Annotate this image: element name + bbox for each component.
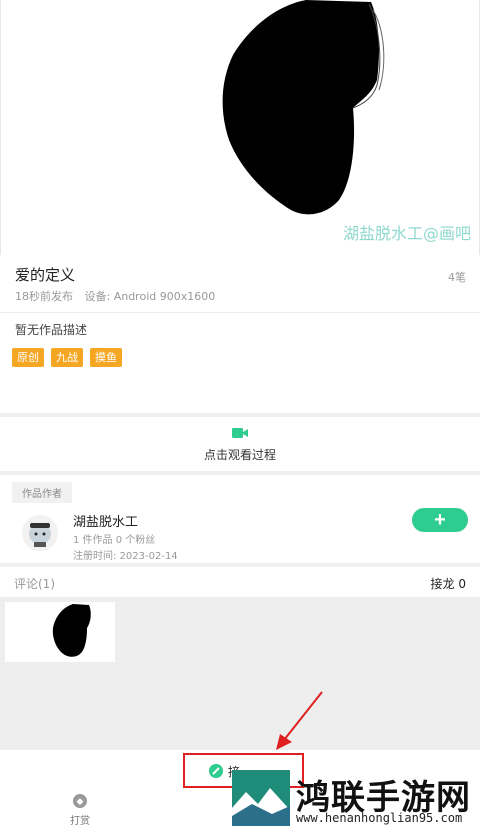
diamond-icon: ◆: [73, 794, 87, 808]
device-info: 设备: Android 900x1600: [84, 290, 216, 303]
site-url: www.henanhonglian95.com: [296, 811, 463, 825]
video-camera-icon: [232, 428, 248, 438]
publish-time: 18秒前发布: [15, 290, 73, 303]
comments-header: 评论(1) 接龙 0: [0, 567, 480, 597]
watch-process-label: 点击观看过程: [203, 448, 276, 462]
author-name[interactable]: 湖盐脱水工: [73, 511, 138, 530]
tag-item[interactable]: 原创: [12, 348, 44, 367]
stroke-count: 4笔: [448, 271, 466, 284]
comments-count: 评论(1): [14, 577, 55, 591]
artwork-watermark: 湖盐脱水工@画吧: [342, 224, 471, 243]
artwork-canvas[interactable]: 湖盐脱水工@画吧: [0, 0, 480, 255]
watch-process-button[interactable]: 点击观看过程: [0, 417, 480, 471]
tag-item[interactable]: 九战: [51, 348, 83, 367]
work-description: 暂无作品描述: [15, 323, 88, 337]
work-title: 爱的定义: [15, 266, 76, 284]
work-meta: 18秒前发布 设备: Android 900x1600: [15, 288, 215, 304]
avatar[interactable]: [22, 515, 58, 551]
comment-thumbnail[interactable]: [5, 602, 115, 662]
annotation-arrow: [276, 691, 323, 750]
tip-label: 打赏: [70, 816, 90, 827]
author-registered: 注册时间: 2023-02-14: [73, 551, 178, 562]
author-stats: 1 件作品 0 个粉丝: [73, 535, 156, 546]
tag-item[interactable]: 摸鱼: [90, 348, 122, 367]
pencil-icon: [209, 764, 223, 778]
author-card[interactable]: 作品作者 湖盐脱水工 1 件作品 0 个粉丝 注册时间: 2023-02-14 …: [0, 475, 480, 563]
site-logo: [232, 770, 290, 826]
site-logo-graphic: [232, 770, 290, 826]
thumbnail-drawing: [52, 604, 91, 657]
comments-area: [0, 597, 480, 750]
work-info: 爱的定义 4笔 18秒前发布 设备: Android 900x1600: [0, 255, 480, 313]
relay-count[interactable]: 接龙 0: [431, 575, 466, 592]
avatar-image: [29, 523, 51, 547]
tip-button[interactable]: ◆ 打赏: [60, 794, 100, 827]
tag-list: 原创 九战 摸鱼: [12, 348, 122, 367]
follow-button[interactable]: +: [412, 508, 468, 532]
description-block: 暂无作品描述 原创 九战 摸鱼: [0, 313, 480, 413]
author-section-label: 作品作者: [12, 482, 72, 503]
artwork-drawing: [222, 0, 385, 215]
